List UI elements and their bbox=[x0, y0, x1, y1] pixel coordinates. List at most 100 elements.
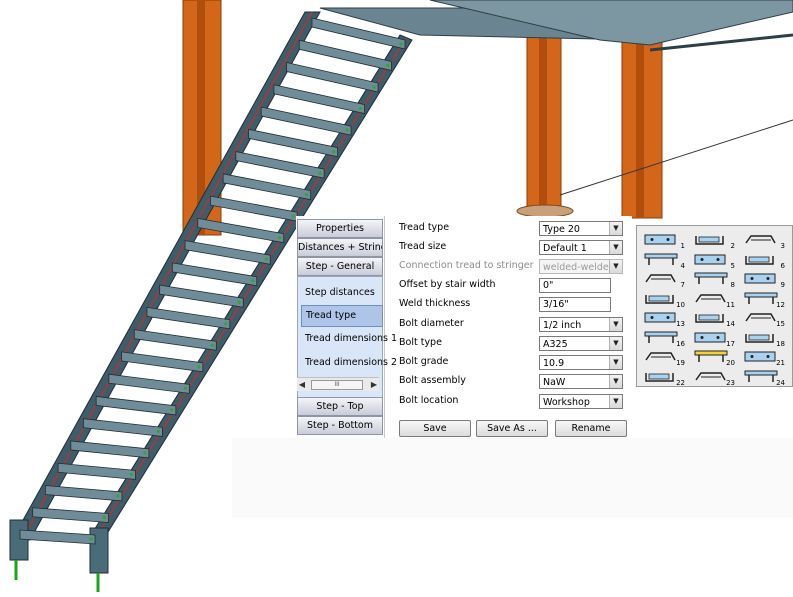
offset-field[interactable] bbox=[539, 278, 611, 293]
label-bolt-location: Bolt location bbox=[399, 395, 459, 406]
stair-tread bbox=[133, 329, 217, 351]
tread-type-option[interactable]: 18 bbox=[743, 330, 785, 348]
tread-type-option[interactable]: 23 bbox=[693, 369, 735, 387]
tread-type-number: 14 bbox=[726, 320, 735, 328]
tread-type-number: 7 bbox=[680, 281, 685, 289]
save-as-button[interactable]: Save As ... bbox=[476, 420, 548, 437]
scrollbar-thumb[interactable]: III bbox=[311, 380, 363, 390]
stair-tread bbox=[248, 128, 339, 158]
tread-type-number: 18 bbox=[776, 339, 785, 348]
tread-type-number: 16 bbox=[676, 339, 685, 348]
stair-tread bbox=[44, 485, 123, 502]
tread-type-number: 19 bbox=[676, 359, 685, 367]
tread-type-number: 24 bbox=[776, 378, 785, 387]
tread-type-option[interactable]: 1 bbox=[643, 232, 685, 250]
bolt-marker bbox=[385, 63, 390, 68]
chevron-down-icon[interactable]: ▼ bbox=[609, 356, 622, 369]
tread-type-option[interactable]: 5 bbox=[693, 252, 735, 270]
chevron-down-icon[interactable]: ▼ bbox=[609, 375, 622, 388]
tread-type-number: 13 bbox=[676, 320, 685, 328]
nav-button-step-general[interactable]: Step - General bbox=[297, 257, 383, 276]
label-bolt-assembly: Bolt assembly bbox=[399, 375, 466, 386]
tread-type-number: 9 bbox=[780, 281, 785, 289]
tread-type-option[interactable]: 19 bbox=[643, 349, 685, 367]
viewport-blank-region bbox=[232, 438, 793, 518]
bolt-grade-value: 10.9 bbox=[543, 358, 565, 369]
chevron-down-icon[interactable]: ▼ bbox=[609, 241, 622, 254]
label-bolt-diameter: Bolt diameter bbox=[399, 318, 464, 329]
tread-type-option[interactable]: 15 bbox=[743, 310, 785, 328]
label-bolt-grade: Bolt grade bbox=[399, 356, 449, 367]
tread-type-value: Type 20 bbox=[543, 224, 580, 235]
tread-type-option[interactable]: 4 bbox=[643, 252, 685, 270]
tread-type-option[interactable]: 9 bbox=[743, 271, 785, 289]
list-item-tread-dimensions-1[interactable]: Tread dimensions 1 bbox=[301, 329, 397, 349]
tread-type-number: 4 bbox=[680, 261, 685, 270]
list-item-tread-dimensions-2[interactable]: Tread dimensions 2 bbox=[301, 353, 397, 373]
nav-button-step-bottom[interactable]: Step - Bottom bbox=[297, 416, 383, 435]
label-connection-tread-stringer: Connection tread to stringer bbox=[399, 260, 534, 271]
bolt-grade-dropdown[interactable]: 10.9 ▼ bbox=[539, 355, 623, 370]
tread-type-option[interactable]: 3 bbox=[743, 232, 785, 250]
list-item-tread-type[interactable]: Tread type bbox=[301, 305, 383, 327]
stair-tread bbox=[235, 151, 325, 179]
bolt-marker bbox=[278, 236, 282, 240]
tread-type-option[interactable]: 7 bbox=[643, 271, 685, 289]
chevron-down-icon[interactable]: ▼ bbox=[609, 395, 622, 408]
bolt-assembly-dropdown[interactable]: NaW ▼ bbox=[539, 374, 623, 389]
scroll-left-icon[interactable]: ◀ bbox=[297, 378, 307, 391]
tread-profile-icon bbox=[645, 274, 676, 283]
stair-tread bbox=[222, 173, 312, 201]
tread-type-option[interactable]: 8 bbox=[693, 271, 735, 289]
scroll-right-icon[interactable]: ▶ bbox=[369, 378, 379, 391]
tread-type-number: 12 bbox=[776, 300, 785, 309]
tread-type-option[interactable]: 10 bbox=[643, 291, 685, 309]
bolt-type-dropdown[interactable]: A325 ▼ bbox=[539, 336, 623, 351]
nav-button-step-top[interactable]: Step - Top bbox=[297, 397, 383, 416]
label-tread-type: Tread type bbox=[399, 222, 450, 233]
tread-type-option[interactable]: 20 bbox=[693, 349, 735, 367]
bolt-location-dropdown[interactable]: Workshop ▼ bbox=[539, 394, 623, 409]
tread-profile-icon bbox=[745, 235, 776, 244]
chevron-down-icon[interactable]: ▼ bbox=[609, 337, 622, 350]
save-button[interactable]: Save bbox=[399, 420, 471, 437]
stair-tread bbox=[83, 418, 163, 437]
bolt-marker bbox=[345, 128, 349, 132]
tread-type-option[interactable]: 16 bbox=[643, 330, 685, 348]
bolt-diameter-dropdown[interactable]: 1/2 inch ▼ bbox=[539, 317, 623, 332]
connection-type-value: welded-welded bbox=[543, 262, 615, 273]
tread-type-option[interactable]: 6 bbox=[743, 252, 785, 270]
stair-properties-panel: Properties Distances + Stringer Step - G… bbox=[296, 216, 632, 438]
tread-type-dropdown[interactable]: Type 20 ▼ bbox=[539, 221, 623, 236]
chevron-down-icon[interactable]: ▼ bbox=[609, 222, 622, 235]
tread-type-option[interactable]: 2 bbox=[693, 232, 735, 250]
list-horizontal-scrollbar[interactable]: ◀ III ▶ bbox=[297, 377, 379, 391]
bolt-marker bbox=[197, 365, 201, 369]
chevron-down-icon[interactable]: ▼ bbox=[609, 318, 622, 331]
bolt-marker bbox=[305, 193, 309, 197]
tread-type-option[interactable]: 13 bbox=[643, 310, 685, 328]
tread-profile-icon bbox=[694, 254, 726, 264]
tread-type-option[interactable]: 22 bbox=[643, 369, 685, 387]
stair-tread bbox=[108, 373, 190, 394]
tread-type-number: 11 bbox=[726, 300, 735, 309]
rename-button[interactable]: Rename bbox=[555, 420, 627, 437]
nav-button-properties[interactable]: Properties bbox=[297, 219, 383, 238]
bolt-marker bbox=[116, 494, 120, 498]
tread-type-number: 21 bbox=[776, 359, 785, 367]
tread-profile-icon bbox=[745, 255, 774, 265]
weld-thickness-field[interactable] bbox=[539, 297, 611, 312]
tread-type-option[interactable]: 12 bbox=[743, 291, 785, 309]
tread-type-option[interactable]: 24 bbox=[743, 369, 785, 387]
stair-tread bbox=[298, 39, 392, 72]
tread-type-option[interactable]: 11 bbox=[693, 291, 735, 309]
tread-type-option[interactable]: 17 bbox=[693, 330, 735, 348]
tread-type-option[interactable]: 21 bbox=[743, 349, 785, 367]
bolt-marker bbox=[237, 300, 241, 304]
tread-type-number: 10 bbox=[676, 300, 685, 309]
nav-button-distances-stringer[interactable]: Distances + Stringer bbox=[297, 238, 383, 257]
tread-size-dropdown[interactable]: Default 1 ▼ bbox=[539, 240, 623, 255]
tread-type-option[interactable]: 14 bbox=[693, 310, 735, 328]
stair-tread bbox=[32, 507, 109, 523]
list-item-step-distances[interactable]: Step distances bbox=[301, 283, 381, 303]
